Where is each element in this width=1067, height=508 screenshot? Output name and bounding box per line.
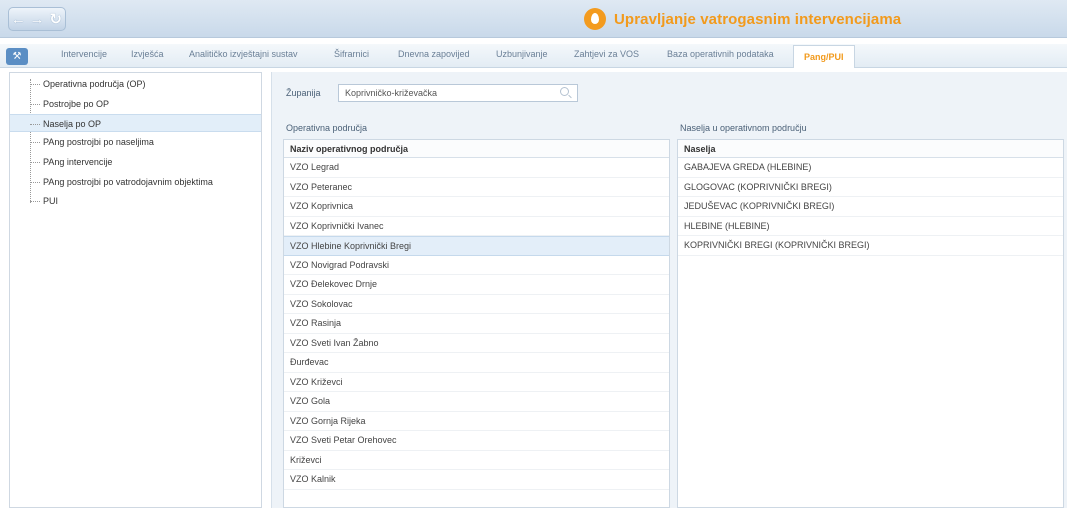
tab-dnevna-zapovijed[interactable]: Dnevna zapovijed [398, 49, 470, 59]
table-row[interactable]: GABAJEVA GREDA (HLEBINE) [678, 158, 1063, 178]
main-tabs: ⚒ Intervencije Izvješća Analitičko izvje… [0, 44, 1067, 68]
sidebar-item-operativna-podrucja[interactable]: Operativna područja (OP) [10, 75, 261, 93]
sidebar-item-naselja-po-op[interactable]: Naselja po OP [10, 114, 261, 132]
table-row[interactable]: JEDUŠEVAC (KOPRIVNIČKI BREGI) [678, 197, 1063, 217]
app-header: ← → ↻ Upravljanje vatrogasnim intervenci… [0, 0, 1067, 38]
zupanija-input[interactable]: Koprivničko-križevačka [338, 84, 578, 102]
forward-arrow-icon[interactable]: → [28, 11, 45, 28]
table-row[interactable]: Đurđevac [284, 353, 669, 373]
sidebar-item-pang-intervencije[interactable]: PAng intervencije [10, 153, 261, 171]
table-row[interactable]: VZO Rasinja [284, 314, 669, 334]
table-row[interactable]: VZO Hlebine Koprivnički Bregi [284, 236, 669, 256]
table-row[interactable]: VZO Koprivnica [284, 197, 669, 217]
table-row[interactable]: VZO Legrad [284, 158, 669, 178]
sidebar-tree: Operativna područja (OP) Postrojbe po OP… [9, 72, 262, 508]
table-row[interactable]: HLEBINE (HLEBINE) [678, 217, 1063, 236]
tab-uzbunjivanje[interactable]: Uzbunjivanje [496, 49, 548, 59]
table-row[interactable]: GLOGOVAC (KOPRIVNIČKI BREGI) [678, 178, 1063, 197]
operativna-podrucja-grid: Naziv operativnog područja VZO Legrad VZO… [283, 139, 670, 508]
navigation-buttons: ← → ↻ [8, 7, 66, 31]
operativna-podrucja-rows: VZO Legrad VZO Peteranec VZO Koprivnica VZO… [284, 158, 669, 490]
zupanija-filter: Županija Koprivničko-križevačka [286, 84, 578, 102]
refresh-icon[interactable]: ↻ [47, 11, 64, 28]
wrench-icon[interactable]: ⚒ [6, 48, 28, 65]
table-row[interactable]: VZO Đelekovec Drnje [284, 275, 669, 295]
table-row[interactable]: Križevci [284, 451, 669, 470]
tab-analiticko-izvjestajni-sustav[interactable]: Analitičko izvještajni sustav [189, 49, 298, 59]
table-row[interactable]: VZO Sveti Petar Orehovec [284, 431, 669, 451]
tab-zahtjevi-za-vos[interactable]: Zahtjevi za VOS [574, 49, 639, 59]
naselja-rows: GABAJEVA GREDA (HLEBINE) GLOGOVAC (KOPRIV… [678, 158, 1063, 256]
table-row[interactable]: VZO Križevci [284, 373, 669, 392]
naselja-title: Naselja u operativnom području [680, 123, 807, 133]
tab-intervencije[interactable]: Intervencije [61, 49, 107, 59]
grid-header-naziv: Naziv operativnog područja [284, 140, 669, 158]
table-row[interactable]: KOPRIVNIČKI BREGI (KOPRIVNIČKI BREGI) [678, 236, 1063, 256]
tab-baza-operativnih-podataka[interactable]: Baza operativnih podataka [667, 49, 774, 59]
naselja-grid: Naselja GABAJEVA GREDA (HLEBINE) GLOGOVAC… [677, 139, 1064, 508]
zupanija-value: Koprivničko-križevačka [345, 88, 438, 98]
sidebar-item-pang-postrojbi-po-vatrodojavnim-objektima[interactable]: PAng postrojbi po vatrodojavnim objektim… [10, 173, 261, 191]
table-row[interactable]: VZO Sokolovac [284, 295, 669, 314]
search-icon[interactable] [560, 87, 569, 96]
app-title: Upravljanje vatrogasnim intervencijama [614, 10, 902, 28]
table-row[interactable]: VZO Kalnik [284, 470, 669, 490]
table-row[interactable]: VZO Gola [284, 392, 669, 412]
tab-sifrarnici[interactable]: Šifrarnici [334, 49, 369, 59]
table-row[interactable]: VZO Koprivnički Ivanec [284, 217, 669, 236]
table-row[interactable]: VZO Peteranec [284, 178, 669, 197]
operativna-podrucja-title: Operativna područja [286, 123, 368, 133]
sidebar-item-postrojbe-po-op[interactable]: Postrojbe po OP [10, 95, 261, 113]
sidebar-item-pang-postrojbi-po-naseljima[interactable]: PAng postrojbi po naseljima [10, 133, 261, 151]
app-brand: Upravljanje vatrogasnim intervencijama [584, 8, 901, 30]
table-row[interactable]: VZO Sveti Ivan Žabno [284, 334, 669, 353]
tab-pang-pui[interactable]: Pang/PUI [793, 45, 855, 68]
flame-logo-icon [584, 8, 606, 30]
table-row[interactable]: VZO Gornja Rijeka [284, 412, 669, 431]
sidebar-item-pui[interactable]: PUI [10, 192, 261, 210]
tab-izvjesca[interactable]: Izvješća [131, 49, 164, 59]
grid-header-naselja: Naselja [678, 140, 1063, 158]
back-arrow-icon[interactable]: ← [10, 11, 27, 28]
table-row[interactable]: VZO Novigrad Podravski [284, 256, 669, 275]
zupanija-label: Županija [286, 88, 321, 98]
